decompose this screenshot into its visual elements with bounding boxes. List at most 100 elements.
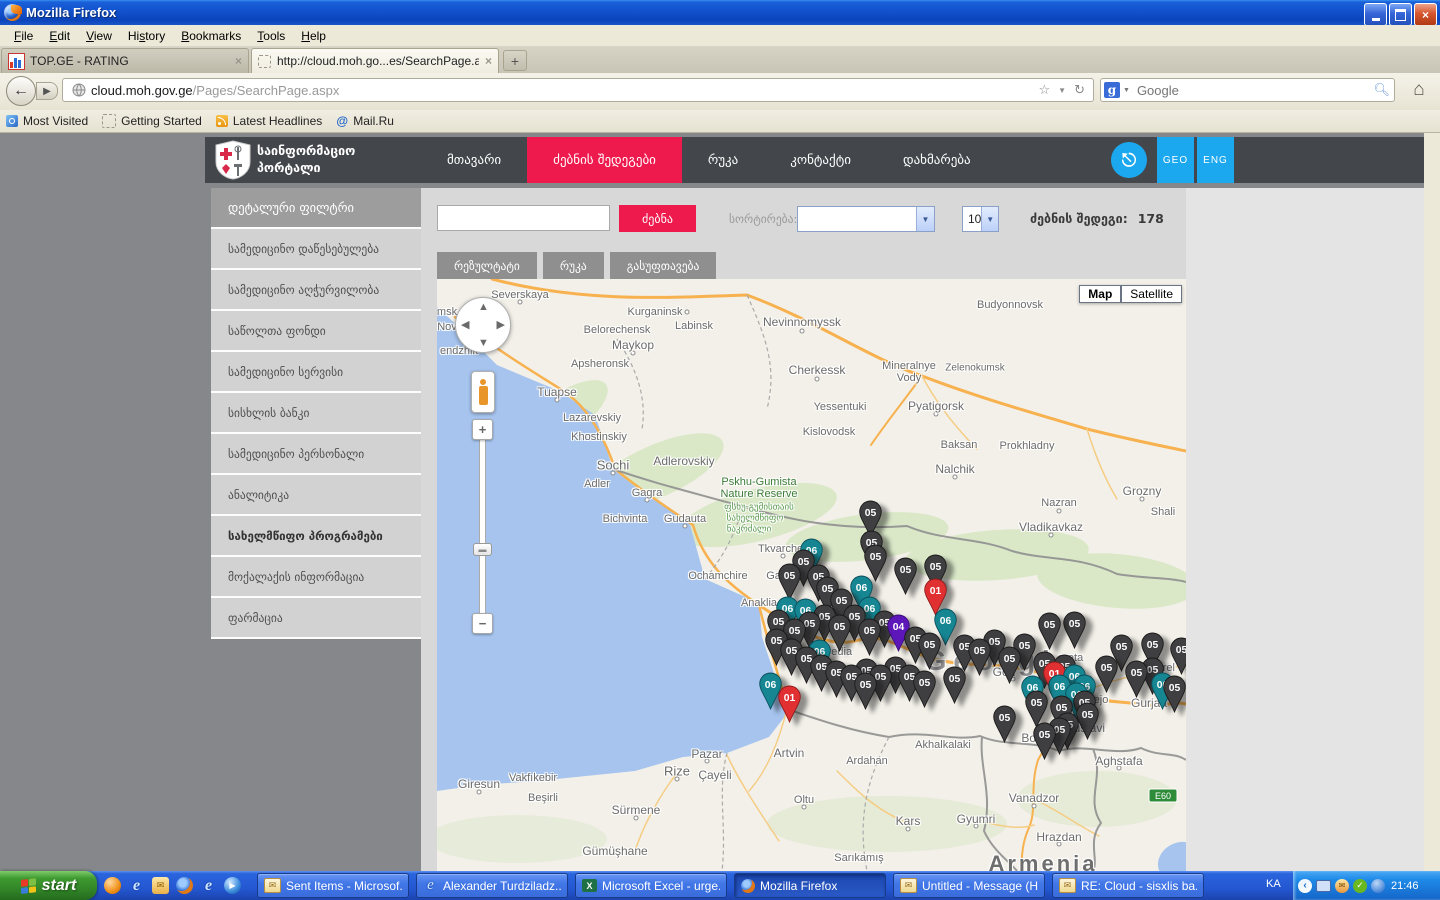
site-nav-item[interactable]: მთავარი <box>421 137 527 183</box>
bookmark-item[interactable]: Latest Headlines <box>216 114 322 128</box>
map-pan-control[interactable]: ▲ ▼ ◀ ▶ <box>455 297 511 353</box>
bookmark-item[interactable]: Getting Started <box>102 114 202 128</box>
map-marker[interactable]: 05 <box>1061 610 1088 655</box>
keyboard-language-indicator[interactable]: KA <box>1266 878 1281 890</box>
sidebar-item[interactable]: სისხლის ბანკი <box>211 393 421 434</box>
action-button[interactable]: რეზულტატი <box>437 252 537 279</box>
media-quicklaunch-icon[interactable]: ▶ <box>224 877 241 894</box>
search-bar[interactable]: g ▼ 🔍︎ <box>1100 78 1395 102</box>
menu-item-bookmarks[interactable]: Bookmarks <box>173 27 249 45</box>
site-nav-item[interactable]: რუკა <box>682 137 764 183</box>
start-button[interactable]: start <box>0 871 97 900</box>
pan-left-icon[interactable]: ◀ <box>461 318 469 331</box>
bookmark-star-icon[interactable]: ☆ <box>1039 82 1051 98</box>
taskbar-button[interactable]: XMicrosoft Excel - urge... <box>575 873 727 898</box>
minimize-button[interactable] <box>1364 3 1387 26</box>
pan-right-icon[interactable]: ▶ <box>497 318 505 331</box>
menu-item-edit[interactable]: Edit <box>41 27 78 45</box>
firefox-quicklaunch-icon[interactable] <box>176 877 193 894</box>
logout-icon[interactable]: ⎋ <box>1111 142 1147 178</box>
map-marker[interactable]: 05 <box>966 637 993 682</box>
tab-close-icon[interactable]: × <box>235 54 242 68</box>
site-nav-item[interactable]: დახმარება <box>877 137 997 183</box>
zoom-in-button[interactable]: + <box>472 419 493 440</box>
pan-up-icon[interactable]: ▲ <box>478 301 489 313</box>
site-search-button[interactable]: ძებნა <box>619 205 696 232</box>
maximize-button[interactable] <box>1389 3 1412 26</box>
sidebar-item[interactable]: სამედიცინო აღჭურვილობა <box>211 270 421 311</box>
search-engine-dropdown-icon[interactable]: ▼ <box>1123 87 1130 94</box>
map-marker[interactable]: 05 <box>911 669 938 714</box>
page-size-arrow-icon[interactable]: ▼ <box>981 207 998 231</box>
zoom-slider-track[interactable] <box>479 439 486 631</box>
orangeball-quicklaunch-icon[interactable] <box>104 877 121 894</box>
site-logo-text[interactable]: საინფორმაციო პორტალი <box>257 142 355 176</box>
menu-item-history[interactable]: History <box>120 27 173 45</box>
zoom-out-button[interactable]: − <box>472 613 493 634</box>
new-tab-button[interactable]: + <box>503 50 527 71</box>
menu-item-help[interactable]: Help <box>293 27 334 45</box>
map-marker[interactable]: 05 <box>856 617 883 662</box>
url-bar[interactable]: cloud.moh.gov.ge /Pages/SearchPage.aspx … <box>62 78 1094 102</box>
map-canvas[interactable]: E60 SeverskayamskNovendzhikKurganinskBel… <box>437 279 1186 871</box>
lang-button-eng[interactable]: ENG <box>1197 137 1234 183</box>
search-engine-icon[interactable]: g <box>1104 82 1120 98</box>
tray-clock[interactable]: 21:46 <box>1391 880 1419 892</box>
ie-quicklaunch-icon[interactable]: e <box>200 877 217 894</box>
map-marker[interactable]: 05 <box>1031 721 1058 766</box>
sidebar-item[interactable]: ანალიტიკა <box>211 475 421 516</box>
forward-button[interactable]: ▶ <box>36 82 58 100</box>
url-dropdown-icon[interactable]: ▼ <box>1058 86 1066 95</box>
sidebar-item[interactable]: ფარმაცია <box>211 598 421 639</box>
taskbar-button[interactable]: ✉Untitled - Message (H... <box>893 873 1045 898</box>
sidebar-item[interactable]: სამედიცინო სერვისი <box>211 352 421 393</box>
ie-quicklaunch-icon[interactable]: e <box>128 877 145 894</box>
chevron-tray-icon[interactable]: ‹ <box>1298 879 1312 893</box>
map-marker[interactable]: 05 <box>1161 674 1186 719</box>
person-tray-icon[interactable] <box>1371 879 1385 893</box>
site-search-input[interactable] <box>437 205 610 231</box>
map-marker[interactable]: 05 <box>852 671 879 716</box>
pan-down-icon[interactable]: ▼ <box>478 337 489 349</box>
menu-item-view[interactable]: View <box>78 27 120 45</box>
check-tray-icon[interactable]: ✓ <box>1353 879 1367 893</box>
site-nav-item[interactable]: კონტაქტი <box>764 137 877 183</box>
taskbar-button[interactable]: ✉RE: Cloud - sisxlis ba... <box>1052 873 1204 898</box>
zoom-slider-handle[interactable]: ▬ <box>473 543 492 556</box>
sidebar-item[interactable]: სამედიცინო დაწესებულება <box>211 229 421 270</box>
search-go-icon[interactable]: 🔍︎ <box>1373 82 1390 98</box>
outlook-quicklaunch-icon[interactable]: ✉ <box>152 877 169 894</box>
map-marker[interactable]: 05 <box>1123 659 1150 704</box>
back-button[interactable]: ← <box>6 76 36 106</box>
window-titlebar[interactable]: Mozilla Firefox × <box>0 0 1440 25</box>
action-button[interactable]: რუკა <box>543 252 604 279</box>
action-button[interactable]: გასუფთავება <box>610 252 717 279</box>
sidebar-item[interactable]: საწოლთა ფონდი <box>211 311 421 352</box>
outlook-tray-icon[interactable]: ✉ <box>1335 879 1349 893</box>
map-type-map-button[interactable]: Map <box>1079 285 1121 303</box>
sidebar-item[interactable]: მოქალაქის ინფორმაცია <box>211 557 421 598</box>
menu-item-file[interactable]: File <box>6 27 41 45</box>
page-size-select[interactable]: 10▼ <box>962 206 999 232</box>
map-marker[interactable]: 05 <box>892 556 919 601</box>
menu-item-tools[interactable]: Tools <box>249 27 293 45</box>
sidebar-item[interactable]: სამედიცინო პერსონალი <box>211 434 421 475</box>
bookmark-item[interactable]: @Mail.Ru <box>336 114 394 128</box>
map-marker[interactable]: 05 <box>991 704 1018 749</box>
map-marker[interactable]: 05 <box>941 665 968 710</box>
taskbar-button[interactable]: eAlexander Turdziladz... <box>416 873 568 898</box>
map-type-satellite-button[interactable]: Satellite <box>1121 285 1182 303</box>
browser-tab[interactable]: http://cloud.moh.go...es/SearchPage.aspx… <box>251 48 499 73</box>
net-tray-icon[interactable] <box>1316 880 1331 892</box>
bookmark-item[interactable]: Most Visited <box>6 114 88 128</box>
lang-button-geo[interactable]: GEO <box>1157 137 1194 183</box>
sort-select-arrow-icon[interactable]: ▼ <box>916 207 934 231</box>
browser-tab[interactable]: TOP.GE - RATING× <box>1 48 249 73</box>
tab-close-icon[interactable]: × <box>485 54 492 68</box>
sidebar-item[interactable]: დეტალური ფილტრი <box>211 188 421 229</box>
street-view-pegman[interactable] <box>471 371 495 413</box>
sidebar-item[interactable]: სახელმწიფო პროგრამები <box>211 516 421 557</box>
search-input[interactable] <box>1135 82 1370 99</box>
taskbar-button[interactable]: ✉Sent Items - Microsof... <box>257 873 409 898</box>
sort-select[interactable]: ▼ <box>797 206 935 232</box>
